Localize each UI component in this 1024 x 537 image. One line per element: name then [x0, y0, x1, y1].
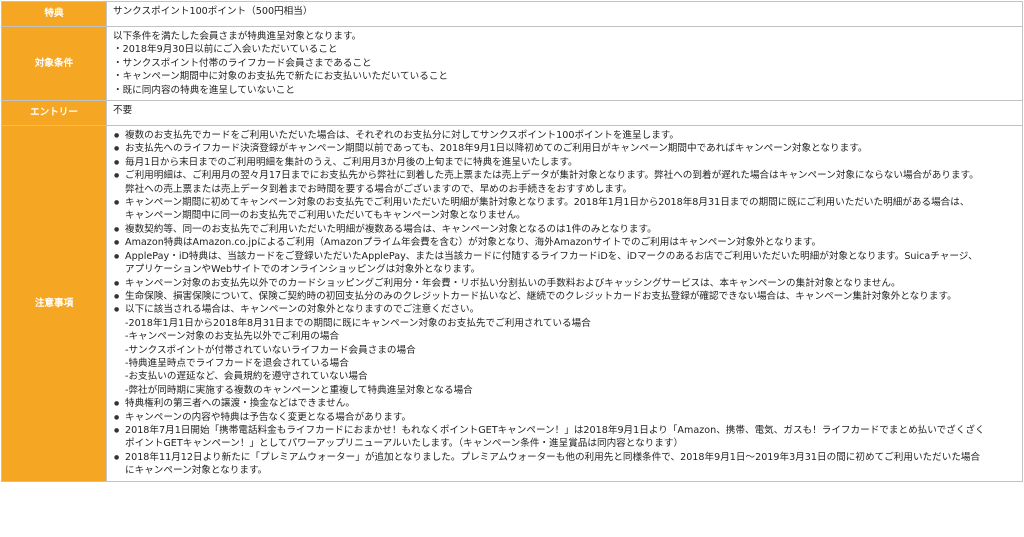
- note-continuation: -お支払いの遅延など、会員規約を遵守されていない場合: [125, 371, 368, 383]
- note-item: Amazon特典はAmazon.co.jpによるご利用（Amazonプライム年会…: [113, 236, 1016, 250]
- notes-value: 複数のお支払先でカードをご利用いただいた場合は、それぞれのお支払分に対してサンク…: [106, 125, 1023, 482]
- note-item: 2018年7月1日開始「携帯電話料金もライフカードにおまかせ！もれなくポイントG…: [113, 424, 1016, 451]
- conditions-label: 対象条件: [1, 25, 107, 102]
- note-item: 毎月1日から末日までのご利用明細を集計のうえ、ご利用月3か月後の上旬までに特典を…: [113, 156, 1016, 170]
- condition-item: ・サンクスポイント付帯のライフカード会員さまであること: [113, 57, 372, 69]
- entry-row: エントリー 不要: [1, 100, 1023, 127]
- note-text: キャンペーン期間に初めてキャンペーン対象のお支払先でご利用いただいた明細が集計対…: [125, 197, 970, 209]
- note-item: 特典権利の第三者への譲渡・換金などはできません。: [113, 397, 1016, 411]
- note-text: ApplePay・iD特典は、当該カードをご登録いただいたApplePay、また…: [125, 250, 978, 262]
- condition-item: ・2018年9月30日以前にご入会いただいていること: [113, 44, 338, 56]
- note-text: 複数のお支払先でカードをご利用いただいた場合は、それぞれのお支払分に対してサンク…: [125, 130, 680, 142]
- note-continuation: -2018年1月1日から2018年8月31日までの期間に既にキャンペーン対象のお…: [125, 317, 591, 329]
- note-item: 2018年11月12日より新たに「プレミアムウォーター」が追加となりました。プレ…: [113, 451, 1016, 478]
- note-text: キャンペーンの内容や特典は予告なく変更となる場合があります。: [125, 411, 412, 423]
- note-item: ご利用明細は、ご利用月の翌々月17日までにお支払先から弊社に到着した売上票または…: [113, 169, 1016, 196]
- note-text: 複数契約等、同一のお支払先でご利用いただいた明細が複数ある場合は、キャンペーン対…: [125, 223, 657, 235]
- condition-item: ・キャンペーン期間中に対象のお支払先で新たにお支払いいただいていること: [113, 71, 449, 83]
- note-item: 複数契約等、同一のお支払先でご利用いただいた明細が複数ある場合は、キャンペーン対…: [113, 223, 1016, 237]
- note-continuation: -弊社が同時期に実施する複数のキャンペーンと重複して特典進呈対象となる場合: [125, 384, 473, 396]
- note-continuation: -サンクスポイントが付帯されていないライフカード会員さまの場合: [125, 344, 416, 356]
- note-continuation: ポイントGETキャンペーン！」としてパワーアップリニューアルいたします。（キャン…: [125, 438, 684, 450]
- note-text: 以下に該当される場合は、キャンペーンの対象外となりますのでご注意ください。: [125, 304, 480, 316]
- benefit-value: サンクスポイント100ポイント（500円相当）: [106, 1, 1023, 27]
- note-item: キャンペーン期間に初めてキャンペーン対象のお支払先でご利用いただいた明細が集計対…: [113, 196, 1016, 223]
- note-item: お支払先へのライフカード決済登録がキャンペーン期間以前であっても、2018年9月…: [113, 142, 1016, 156]
- condition-item: ・既に同内容の特典を進呈していないこと: [113, 84, 295, 96]
- note-continuation: アプリケーションやWebサイトでのオンラインショッピングは対象外となります。: [125, 264, 481, 276]
- conditions-value: 以下条件を満たした会員さまが特典進呈対象となります。 ・2018年9月30日以前…: [106, 25, 1023, 102]
- note-continuation: -特典進呈時点でライフカードを退会されている場合: [125, 357, 349, 369]
- note-text: 特典権利の第三者への譲渡・換金などはできません。: [125, 398, 355, 410]
- note-text: 生命保険、損害保険について、保険ご契約時の初回支払分のみのクレジットカード払いな…: [125, 290, 957, 302]
- note-text: キャンペーン対象のお支払先以外でのカードショッピングご利用分・年会費・リボ払い分…: [125, 277, 901, 289]
- notes-label: 注意事項: [1, 125, 107, 482]
- note-continuation: -キャンペーン対象のお支払先以外でご利用の場合: [125, 331, 340, 343]
- conditions-intro: 以下条件を満たした会員さまが特典進呈対象となります。: [113, 31, 362, 42]
- note-item: 生命保険、損害保険について、保険ご契約時の初回支払分のみのクレジットカード払いな…: [113, 290, 1016, 304]
- note-item: キャンペーン対象のお支払先以外でのカードショッピングご利用分・年会費・リボ払い分…: [113, 277, 1016, 291]
- note-text: Amazon特典はAmazon.co.jpによるご利用（Amazonプライム年会…: [125, 237, 822, 249]
- note-continuation: キャンペーン期間中に同一のお支払先でご利用いただいてもキャンペーン対象となりませ…: [125, 210, 526, 222]
- note-text: 毎月1日から末日までのご利用明細を集計のうえ、ご利用月3か月後の上旬までに特典を…: [125, 156, 578, 168]
- note-item: 以下に該当される場合は、キャンペーンの対象外となりますのでご注意ください。-20…: [113, 303, 1016, 397]
- note-continuation: にキャンペーン対象となります。: [125, 465, 268, 477]
- note-continuation: 弊社への売上票または売上データ到着までお時間を要する場合がございますので、早めの…: [125, 183, 633, 195]
- notes-list: 複数のお支払先でカードをご利用いただいた場合は、それぞれのお支払分に対してサンク…: [113, 129, 1016, 478]
- entry-value: 不要: [106, 100, 1023, 127]
- entry-label: エントリー: [1, 100, 107, 127]
- note-item: ApplePay・iD特典は、当該カードをご登録いただいたApplePay、また…: [113, 250, 1016, 277]
- benefit-row: 特典 サンクスポイント100ポイント（500円相当）: [1, 1, 1023, 27]
- conditions-row: 対象条件 以下条件を満たした会員さまが特典進呈対象となります。 ・2018年9月…: [1, 25, 1023, 102]
- note-text: 2018年7月1日開始「携帯電話料金もライフカードにおまかせ！もれなくポイントG…: [125, 424, 985, 436]
- notes-row: 注意事項 複数のお支払先でカードをご利用いただいた場合は、それぞれのお支払分に対…: [1, 125, 1023, 482]
- note-item: キャンペーンの内容や特典は予告なく変更となる場合があります。: [113, 411, 1016, 425]
- campaign-terms-table: 特典 サンクスポイント100ポイント（500円相当） 対象条件 以下条件を満たし…: [1, 1, 1023, 482]
- note-item: 複数のお支払先でカードをご利用いただいた場合は、それぞれのお支払分に対してサンク…: [113, 129, 1016, 143]
- note-text: ご利用明細は、ご利用月の翌々月17日までにお支払先から弊社に到着した売上票または…: [125, 170, 979, 182]
- benefit-label: 特典: [1, 1, 107, 27]
- note-text: お支払先へのライフカード決済登録がキャンペーン期間以前であっても、2018年9月…: [125, 143, 868, 155]
- note-text: 2018年11月12日より新たに「プレミアムウォーター」が追加となりました。プレ…: [125, 451, 981, 463]
